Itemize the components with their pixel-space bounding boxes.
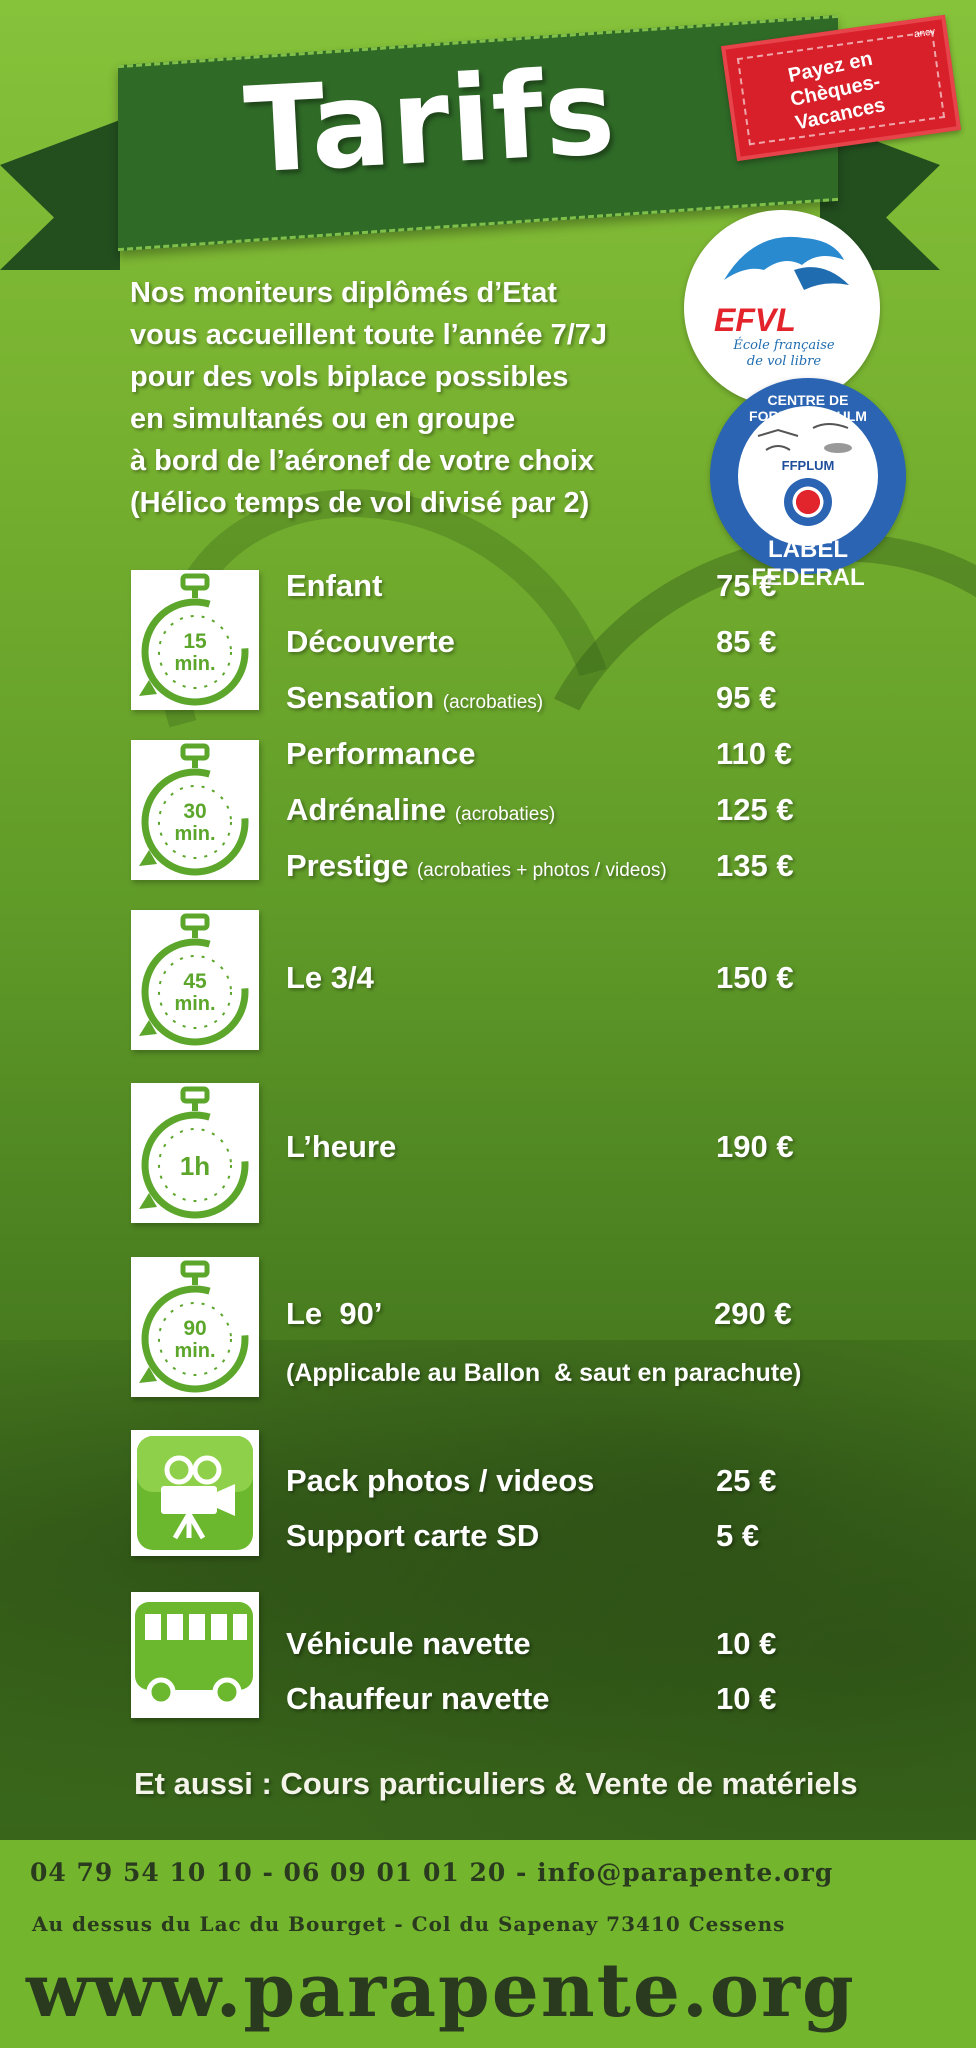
tariff-price: 25 € (716, 1463, 777, 1498)
footer-contact: 04 79 54 10 10 - 06 09 01 01 20 - info@p… (30, 1858, 834, 1887)
intro-line: Nos moniteurs diplômés d’Etat (130, 277, 557, 309)
et-aussi-text: Et aussi : Cours particuliers & Vente de… (134, 1766, 858, 1801)
intro-line: pour des vols biplace possibles (130, 361, 569, 393)
tariff-price: 10 € (716, 1681, 777, 1716)
tariff-price: 5 € (716, 1518, 760, 1553)
tariff-note: (acrobaties) (454, 804, 556, 825)
stopwatch-1h-icon: 1h (131, 1083, 259, 1223)
tariff-label: Véhicule navette (286, 1626, 531, 1662)
stopwatch-label-2: min. (174, 993, 215, 1015)
tariff-label-text: Véhicule navette (286, 1626, 531, 1661)
tariff-label-text: Prestige (286, 848, 409, 883)
stopwatch-label-2: min. (174, 1340, 215, 1362)
stopwatch-90-icon: 90 min. (131, 1257, 259, 1397)
tariff-label: Adrénaline (acrobaties) (286, 792, 555, 828)
banner-ribbon-left (0, 120, 120, 270)
tariff-label: Pack photos / videos (286, 1463, 594, 1499)
tariff-label-text: Performance (286, 736, 476, 771)
efvl-subtitle-line1: École française (733, 338, 835, 353)
stopwatch-label-1: 45 (183, 970, 207, 993)
tariff-label: Découverte (286, 624, 455, 660)
footer-website-link[interactable]: www.parapente.org (26, 1948, 856, 2034)
efvl-subtitle: École française de vol libre (724, 338, 844, 370)
stopwatch-label-2: min. (174, 653, 215, 675)
tariff-label-text: L’heure (286, 1129, 397, 1164)
stopwatch-45-icon: 45 min. (131, 910, 259, 1050)
intro-line: (Hélico temps de vol divisé par 2) (130, 487, 590, 519)
tariff-label: Prestige (acrobaties + photos / videos) (286, 848, 667, 884)
ulm-inner-disc: FFPLUM (738, 406, 878, 546)
tariff-price: 190 € (716, 1129, 794, 1164)
stopwatch-label-1: 15 (183, 630, 207, 653)
page-title: Tarifs (241, 42, 619, 200)
intro-line: à bord de l’aéronef de votre choix (130, 445, 595, 477)
stopwatch-30-icon: 30 min. (131, 740, 259, 880)
ulm-label-federal-logo: CENTRE DE FORMATION ULM FFPLUM LABEL FED… (710, 378, 906, 591)
tariff-price: 75 € (716, 568, 777, 603)
footer-address: Au dessus du Lac du Bourget - Col du Sap… (32, 1912, 786, 1936)
tariff-label: Enfant (286, 568, 382, 604)
stopwatch-label-1: 1h (180, 1151, 210, 1181)
aircraft-icons (757, 423, 852, 453)
tariff-label-text: Chauffeur navette (286, 1681, 550, 1716)
tariff-price: 150 € (716, 960, 794, 995)
tariff-label-text: Découverte (286, 624, 455, 659)
tariff-label-text: Le 90’ (286, 1296, 383, 1331)
efvl-logo: EFVL École française de vol libre (684, 210, 880, 406)
shuttle-icon-box (131, 1592, 259, 1718)
stopwatch-icon: 15 min. (139, 573, 249, 706)
stopwatch-label-2: min. (174, 823, 215, 845)
tariff-label: Performance (286, 736, 476, 772)
tariff-price: 85 € (716, 624, 777, 659)
intro-text: Nos moniteurs diplômés d’Etat vous accue… (130, 272, 710, 524)
tariff-note: (acrobaties + photos / videos) (416, 860, 667, 881)
stopwatch-icon: 90 min. (139, 1260, 249, 1393)
tariff-label-text: Le 3/4 (286, 960, 374, 995)
tariff-label: Chauffeur navette (286, 1681, 550, 1717)
tariff-label-text: Support carte SD (286, 1518, 540, 1553)
stopwatch-icon: 30 min. (139, 743, 249, 876)
intro-line: vous accueillent toute l’année 7/7J (130, 319, 608, 351)
intro-line: en simultanés ou en groupe (130, 403, 516, 435)
efvl-subtitle-line2: de vol libre (746, 354, 822, 369)
tariff-price: 135 € (716, 848, 794, 883)
tariff-price: 290 € (714, 1296, 792, 1331)
stopwatch-15-icon: 15 min. (131, 570, 259, 710)
tariff-price: 125 € (716, 792, 794, 827)
bus-icon (135, 1602, 253, 1707)
tariff-label: Support carte SD (286, 1518, 539, 1554)
tariff-label: L’heure (286, 1129, 396, 1165)
tariff-label: Sensation (acrobaties) (286, 680, 543, 716)
footer: 04 79 54 10 10 - 06 09 01 01 20 - info@p… (0, 1840, 976, 2048)
tariff-extra-note: (Applicable au Ballon & saut en parachut… (286, 1359, 802, 1387)
tariff-label-text: Sensation (286, 680, 435, 715)
stopwatch-icon: 45 min. (139, 913, 249, 1046)
video-pack-icon-box (131, 1430, 259, 1556)
tariff-price: 110 € (716, 736, 792, 771)
stopwatch-label-1: 30 (183, 800, 206, 823)
stopwatch-label-1: 90 (183, 1317, 206, 1340)
tariff-label-text: Enfant (286, 568, 383, 603)
tariff-price: 10 € (716, 1626, 777, 1661)
efvl-wordmark: EFVL (714, 302, 796, 338)
ffplum-emblem-icon (784, 478, 832, 526)
stopwatch-icon: 1h (139, 1086, 249, 1219)
tariff-label-text: Pack photos / videos (286, 1463, 595, 1498)
tariff-label: Le 3/4 (286, 960, 374, 996)
ffplum-text: FFPLUM (781, 458, 835, 473)
tariff-price: 95 € (716, 680, 777, 715)
tarifs-poster: Tarifs Payez en Chèques-Vacances ancv No… (0, 0, 976, 2048)
tariff-label: Le 90’ (286, 1296, 383, 1332)
video-camera-icon (137, 1436, 253, 1550)
tariff-label-text: Adrénaline (286, 792, 447, 827)
tariff-note: (acrobaties) (442, 692, 544, 713)
